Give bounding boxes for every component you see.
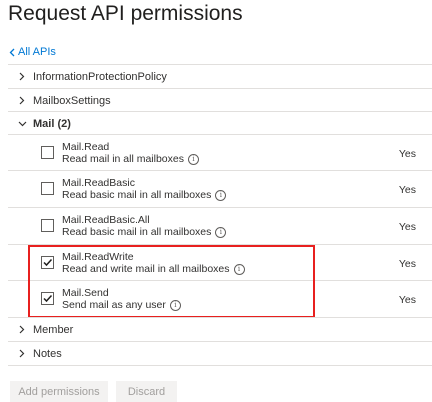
permission-checkbox[interactable]: [41, 182, 54, 195]
admin-consent-value: Yes: [398, 258, 416, 270]
chevron-right-icon: [14, 349, 30, 358]
permission-row-mail-readbasic: Mail.ReadBasic Read basic mail in all ma…: [8, 170, 432, 207]
group-label: Notes: [33, 347, 62, 360]
admin-consent-value: Yes: [398, 294, 416, 306]
permission-name: Mail.ReadBasic: [62, 177, 135, 189]
permission-description: Read basic mail in all mailboxes i: [62, 226, 227, 238]
description-text: Read basic mail in all mailboxes: [62, 189, 212, 201]
chevron-right-icon: [14, 96, 30, 105]
group-label: MailboxSettings: [33, 94, 111, 107]
info-icon[interactable]: i: [215, 226, 227, 238]
info-icon[interactable]: i: [215, 189, 227, 201]
admin-consent-value: Yes: [398, 221, 416, 233]
permission-row-mail-read: Mail.Read Read mail in all mailboxes i Y…: [8, 134, 432, 171]
all-apis-link[interactable]: All APIs: [9, 46, 56, 58]
chevron-right-icon: [14, 72, 30, 81]
group-member[interactable]: Member: [8, 317, 432, 341]
chevron-left-icon: [9, 48, 15, 56]
group-label: Member: [33, 323, 74, 336]
permission-checkbox[interactable]: [41, 219, 54, 232]
permission-name: Mail.Read: [62, 141, 110, 153]
permission-row-mail-readbasic-all: Mail.ReadBasic.All Read basic mail in al…: [8, 207, 432, 244]
permission-name: Mail.ReadBasic.All: [62, 214, 150, 226]
page-title: Request API permissions: [8, 2, 243, 25]
chevron-down-icon: [14, 121, 30, 127]
highlight-box: [28, 245, 315, 318]
permission-description: Read mail in all mailboxes i: [62, 153, 199, 165]
chevron-right-icon: [14, 325, 30, 334]
description-text: Read mail in all mailboxes: [62, 153, 184, 165]
group-notes[interactable]: Notes: [8, 341, 432, 366]
permission-checkbox[interactable]: [41, 146, 54, 159]
group-mailbox-settings[interactable]: MailboxSettings: [8, 88, 432, 112]
group-information-protection-policy[interactable]: InformationProtectionPolicy: [8, 64, 432, 88]
description-text: Read basic mail in all mailboxes: [62, 226, 212, 238]
info-icon[interactable]: i: [187, 153, 199, 165]
discard-button[interactable]: Discard: [116, 381, 177, 402]
group-label: InformationProtectionPolicy: [33, 70, 167, 83]
group-label: Mail (2): [33, 117, 71, 130]
admin-consent-value: Yes: [398, 184, 416, 196]
admin-consent-value: Yes: [398, 148, 416, 160]
all-apis-label: All APIs: [18, 46, 56, 58]
group-mail[interactable]: Mail (2): [8, 111, 432, 135]
permission-description: Read basic mail in all mailboxes i: [62, 189, 227, 201]
add-permissions-button[interactable]: Add permissions: [10, 381, 108, 402]
